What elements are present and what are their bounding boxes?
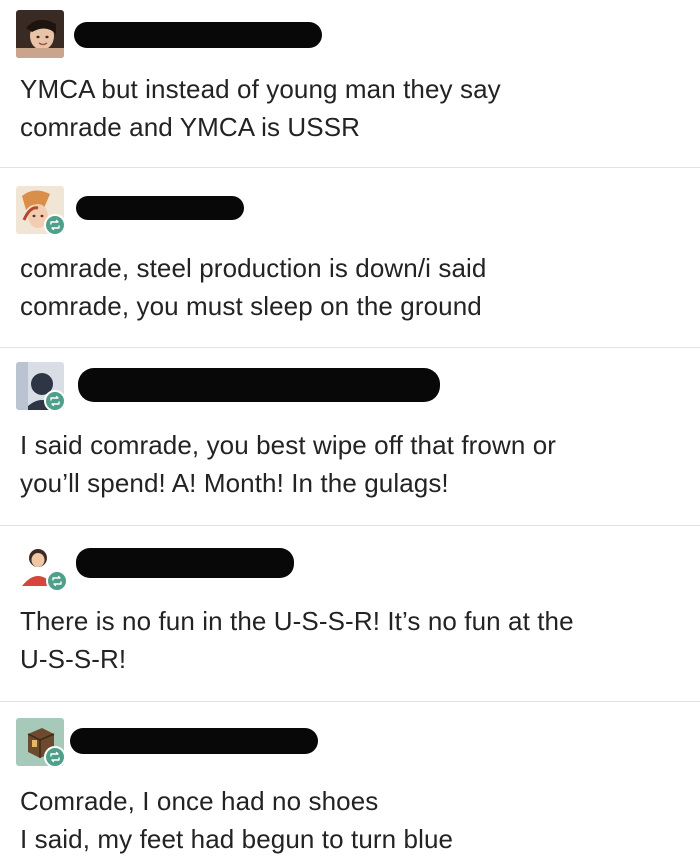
post-header	[16, 362, 676, 412]
post-header	[16, 718, 676, 768]
post-line: I said comrade, you best wipe off that f…	[20, 430, 557, 460]
post: Comrade, I once had no shoes I said, my …	[0, 702, 700, 862]
post: I said comrade, you best wipe off that f…	[0, 348, 700, 526]
post-line: comrade and YMCA is USSR	[20, 112, 361, 142]
redacted-username	[78, 368, 440, 402]
reblog-icon	[44, 390, 66, 412]
post-line: you’ll spend! A! Month! In the gulags!	[20, 468, 449, 498]
redacted-username	[76, 196, 244, 220]
post-line: YMCA but instead of young man they say	[20, 74, 501, 104]
reblog-icon	[44, 746, 66, 768]
post-line: comrade, steel production is down/i said	[20, 253, 487, 283]
post: There is no fun in the U-S-S-R! It’s no …	[0, 526, 700, 702]
post-header	[16, 542, 676, 592]
post-line: comrade, you must sleep on the ground	[20, 291, 482, 321]
post-body: Comrade, I once had no shoes I said, my …	[20, 782, 680, 858]
redacted-username	[74, 22, 322, 48]
post: YMCA but instead of young man they say c…	[0, 0, 700, 168]
post-header	[16, 10, 676, 58]
reblog-icon	[44, 214, 66, 236]
post-line: There is no fun in the U-S-S-R! It’s no …	[20, 606, 574, 636]
post-line: Comrade, I once had no shoes	[20, 786, 379, 816]
post-body: I said comrade, you best wipe off that f…	[20, 426, 680, 502]
reblog-icon	[46, 570, 68, 592]
post-line: U-S-S-R!	[20, 644, 127, 674]
post-header	[16, 186, 676, 236]
redacted-username	[76, 548, 294, 578]
redacted-username	[70, 728, 318, 754]
post-body: There is no fun in the U-S-S-R! It’s no …	[20, 602, 680, 678]
post-body: YMCA but instead of young man they say c…	[20, 70, 680, 146]
post-line: I said, my feet had begun to turn blue	[20, 824, 454, 854]
post: comrade, steel production is down/i said…	[0, 168, 700, 348]
post-body: comrade, steel production is down/i said…	[20, 249, 680, 325]
user-avatar-icon[interactable]	[16, 10, 64, 58]
reblog-thread: YMCA but instead of young man they say c…	[0, 0, 700, 862]
